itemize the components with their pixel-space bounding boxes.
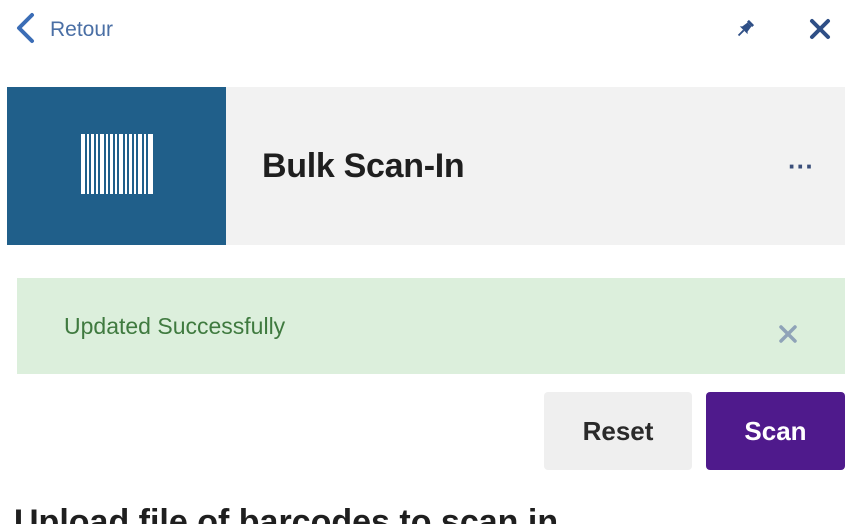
scan-button[interactable]: Scan [706, 392, 845, 470]
pin-icon [734, 18, 756, 45]
section-heading: Upload file of barcodes to scan in [14, 503, 559, 524]
reset-button[interactable]: Reset [544, 392, 692, 470]
page-title: Bulk Scan-In [262, 147, 465, 185]
ellipsis-icon: ··· [788, 150, 814, 181]
back-label: Retour [50, 18, 114, 41]
barcode-tile [7, 87, 226, 245]
barcode-icon [80, 133, 153, 199]
close-icon [779, 324, 797, 348]
more-options-button[interactable]: ··· [778, 150, 824, 182]
close-button[interactable] [801, 12, 839, 50]
back-link[interactable]: Retour [14, 10, 113, 50]
dismiss-banner-button[interactable] [774, 322, 802, 350]
close-icon [809, 18, 831, 45]
success-message: Updated Successfully [64, 313, 286, 339]
pin-button[interactable] [728, 14, 762, 48]
chevron-left-icon [14, 12, 36, 49]
